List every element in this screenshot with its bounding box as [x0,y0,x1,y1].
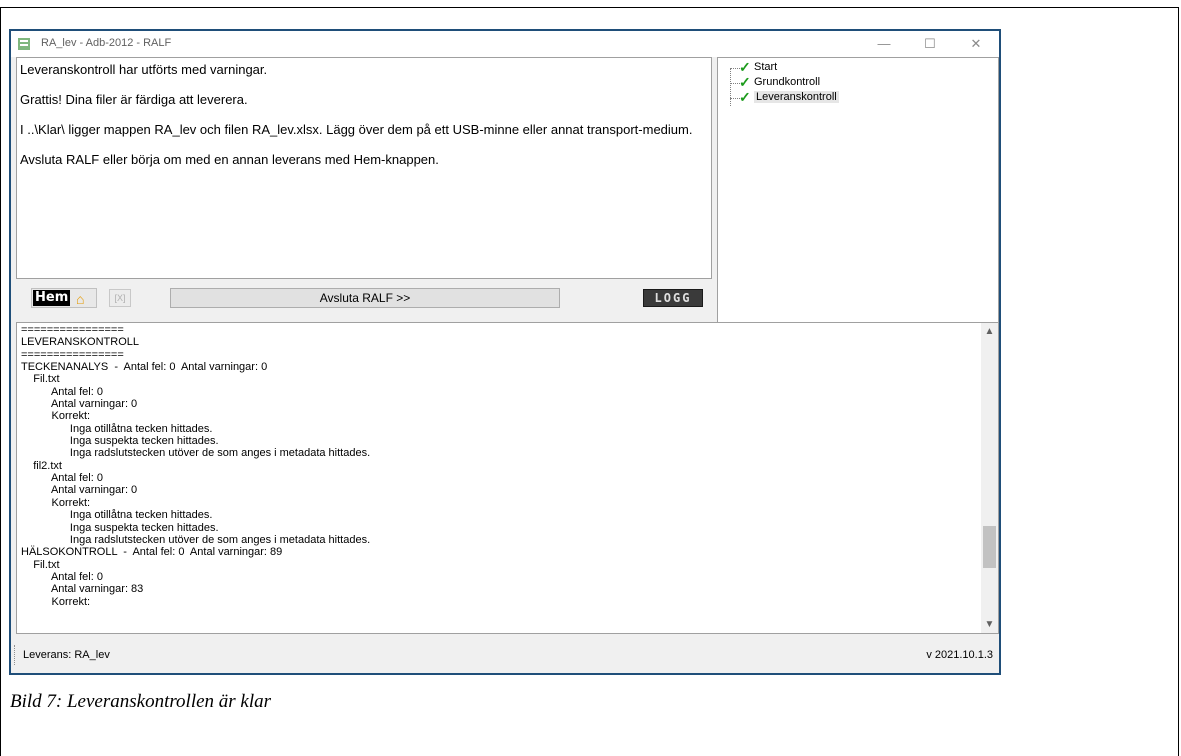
log-text: ================ LEVERANSKONTROLL ========… [21,324,370,608]
app-icon [18,38,30,50]
log-line: Inga suspekta tecken hittades. [21,435,219,448]
status-bar: Leverans: RA_lev v 2021.10.1.3 [11,637,999,673]
status-version: v 2021.10.1.3 [926,649,993,661]
check-icon: ✓ [739,89,751,105]
log-line: Inga radslutstecken utöver de som anges … [21,533,371,546]
log-button[interactable]: LOGG [643,289,703,307]
message-location: I ..\Klar\ ligger mappen RA_lev och file… [20,122,693,137]
tree-item-grundkontroll[interactable]: Grundkontroll [754,76,820,88]
log-pane[interactable]: ================ LEVERANSKONTROLL ========… [16,322,999,634]
log-line: fil2.txt [21,459,62,472]
log-line: Antal fel: 0 [21,570,103,583]
message-instruction: Avsluta RALF eller börja om med en annan… [20,152,439,167]
home-button[interactable]: Hem ⌂ [31,288,97,308]
step-tree: ✓ Start ✓ Grundkontroll ✓ Leveranskontro… [717,57,999,325]
log-line: Antal varningar: 0 [21,398,138,411]
minimize-button[interactable]: — [861,31,907,57]
log-line: LEVERANSKONTROLL [21,336,139,349]
scroll-up-icon[interactable]: ▲ [981,323,998,340]
log-line: HÄLSOKONTROLL - Antal fel: 0 Antal varni… [21,546,283,559]
log-line: Korrekt: [21,410,91,423]
log-line: Antal varningar: 83 [21,583,144,596]
log-line: Fil.txt [21,373,60,386]
log-line: Antal fel: 0 [21,472,103,485]
log-line: TECKENANALYS - Antal fel: 0 Antal varnin… [21,361,268,374]
log-line: Korrekt: [21,595,91,608]
log-line: Inga suspekta tecken hittades. [21,521,219,534]
log-line: Fil.txt [21,558,60,571]
log-line: ================ [21,324,124,336]
log-line: Inga otillåtna tecken hittades. [21,422,213,435]
export-button[interactable]: [X] [109,289,131,307]
log-line: Inga otillåtna tecken hittades. [21,509,213,522]
log-line: Antal varningar: 0 [21,484,138,497]
window-title: RA_lev - Adb-2012 - RALF [41,37,172,49]
scroll-down-icon[interactable]: ▼ [981,616,998,633]
message-congrats: Grattis! Dina filer är färdiga att lever… [20,92,248,107]
home-button-label: Hem [33,290,71,306]
tree-item-leveranskontroll[interactable]: Leveranskontroll [754,91,839,103]
status-grip [14,645,15,665]
tree-connector [730,68,731,106]
log-scrollbar[interactable]: ▲ ▼ [981,323,998,633]
status-delivery: Leverans: RA_lev [23,649,110,661]
quit-ralf-button[interactable]: Avsluta RALF >> [170,288,560,308]
log-line: ================ [21,348,124,361]
close-button[interactable]: ✕ [953,31,999,57]
app-window: RA_lev - Adb-2012 - RALF — ☐ ✕ Leveransk… [9,29,1001,675]
message-pane: Leveranskontroll har utförts med varning… [16,57,712,279]
tree-item-start[interactable]: Start [754,61,777,73]
log-line: Korrekt: [21,496,91,509]
log-line: Inga radslutstecken utöver de som anges … [21,447,371,460]
log-line: Antal fel: 0 [21,385,103,398]
maximize-button[interactable]: ☐ [907,31,953,57]
figure-caption: Bild 7: Leveranskontrollen är klar [10,691,272,712]
scroll-thumb[interactable] [983,526,996,568]
house-icon: ⌂ [76,291,85,307]
message-status: Leveranskontroll har utförts med varning… [20,62,268,77]
title-bar[interactable]: RA_lev - Adb-2012 - RALF — ☐ ✕ [11,31,999,57]
